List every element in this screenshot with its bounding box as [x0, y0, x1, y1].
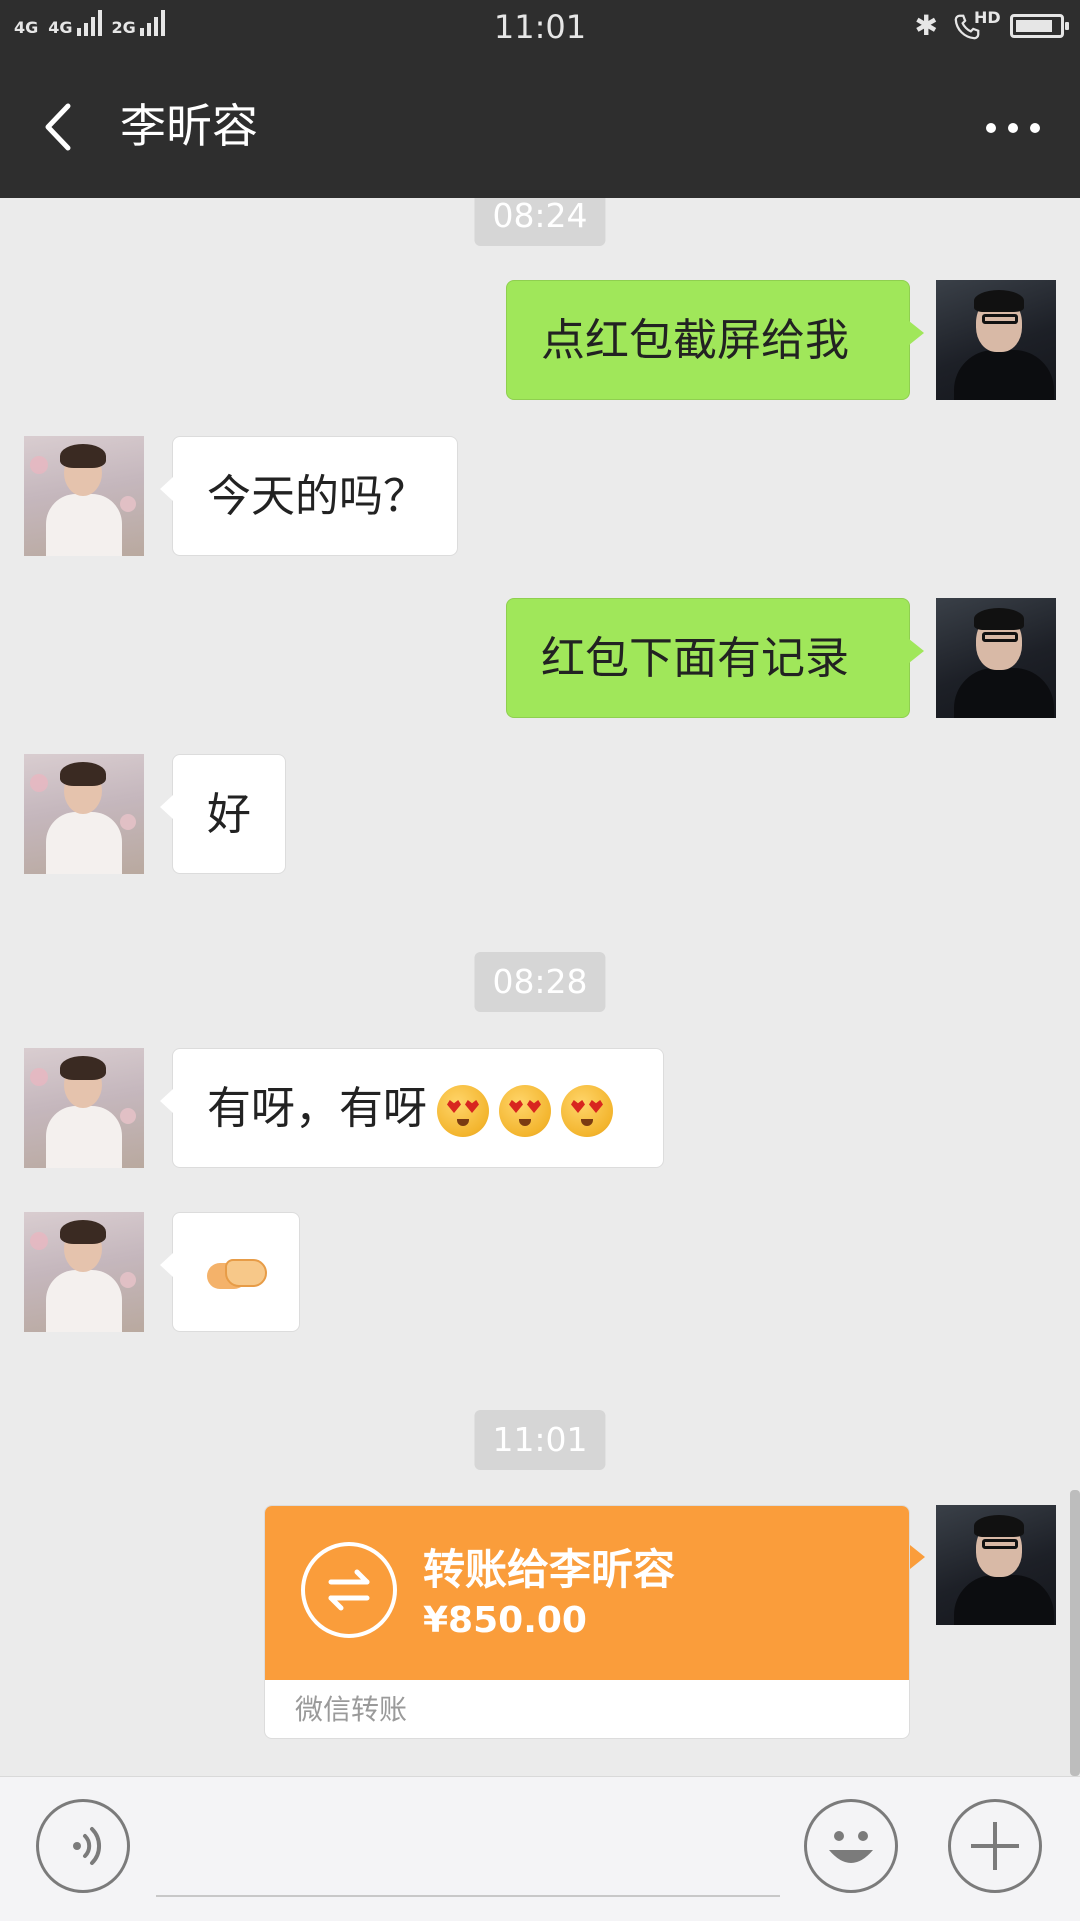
message-bubble-outgoing[interactable]: 点红包截屏给我: [506, 280, 924, 400]
contact-avatar[interactable]: [24, 1212, 144, 1332]
hd-label: HD: [974, 8, 1001, 27]
timestamp: 11:01: [474, 1410, 606, 1470]
dot-icon: [1008, 123, 1018, 133]
transfer-arrows-icon: [301, 1542, 397, 1638]
chat-scrollbar[interactable]: [1070, 1490, 1080, 1776]
message-bubble-outgoing[interactable]: 红包下面有记录: [506, 598, 924, 718]
status-bar: 4G 4G 2G 11:01 ✱ HD: [0, 0, 1080, 56]
voice-input-button[interactable]: [36, 1799, 130, 1893]
chat-title: 李昕容: [120, 99, 258, 153]
message-text: 好: [207, 789, 251, 840]
message-text: 点红包截屏给我: [541, 315, 849, 366]
transfer-footer-label: 微信转账: [295, 1693, 408, 1726]
transfer-bubble-tail: [910, 1545, 925, 1569]
message-text: 有呀，有呀: [207, 1083, 427, 1134]
message-text: 红包下面有记录: [541, 633, 849, 684]
input-bar: [0, 1776, 1080, 1921]
timestamp: 08:28: [474, 952, 606, 1012]
my-avatar[interactable]: [936, 1505, 1056, 1625]
message-input-field[interactable]: [156, 1895, 780, 1897]
chat-header-overlay: 李昕容: [0, 56, 1080, 198]
transfer-card[interactable]: 转账给李昕容 ¥850.00 微信转账: [264, 1505, 910, 1739]
plus-icon: [971, 1822, 1019, 1870]
message-bubble-incoming[interactable]: 有呀，有呀: [160, 1048, 664, 1168]
transfer-amount: ¥850.00: [423, 1600, 587, 1641]
back-arrow-icon: [45, 103, 71, 151]
message-bubble-incoming[interactable]: 好: [160, 754, 286, 874]
message-text: 今天的吗？: [207, 471, 427, 522]
dot-icon: [1030, 123, 1040, 133]
my-avatar[interactable]: [936, 598, 1056, 718]
dot-icon: [986, 123, 996, 133]
more-functions-button[interactable]: [948, 1799, 1042, 1893]
transfer-card-header: 转账给李昕容 ¥850.00: [265, 1506, 909, 1680]
emoji-button[interactable]: [804, 1799, 898, 1893]
handshake-emoji-icon: [207, 1255, 267, 1295]
hd-call-icon: HD: [952, 8, 1001, 42]
battery-level-fill: [1016, 20, 1052, 32]
contact-avatar[interactable]: [24, 1048, 144, 1168]
bluetooth-icon: ✱: [914, 9, 938, 42]
heart-eyes-emoji-icon: [437, 1085, 489, 1137]
more-options-button[interactable]: [976, 106, 1050, 150]
contact-avatar[interactable]: [24, 436, 144, 556]
transfer-title: 转账给李昕容: [423, 1545, 676, 1594]
heart-eyes-emoji-icon: [499, 1085, 551, 1137]
smiley-icon: [829, 1831, 873, 1863]
back-button[interactable]: [30, 92, 90, 162]
battery-icon: [1010, 14, 1069, 38]
voice-icon: [73, 1827, 102, 1865]
contact-avatar[interactable]: [24, 754, 144, 874]
message-bubble-incoming[interactable]: [160, 1212, 300, 1332]
status-icons: ✱ HD: [914, 8, 1069, 42]
my-avatar[interactable]: [936, 280, 1056, 400]
heart-eyes-emoji-icon: [561, 1085, 613, 1137]
message-bubble-incoming[interactable]: 今天的吗？: [160, 436, 458, 556]
